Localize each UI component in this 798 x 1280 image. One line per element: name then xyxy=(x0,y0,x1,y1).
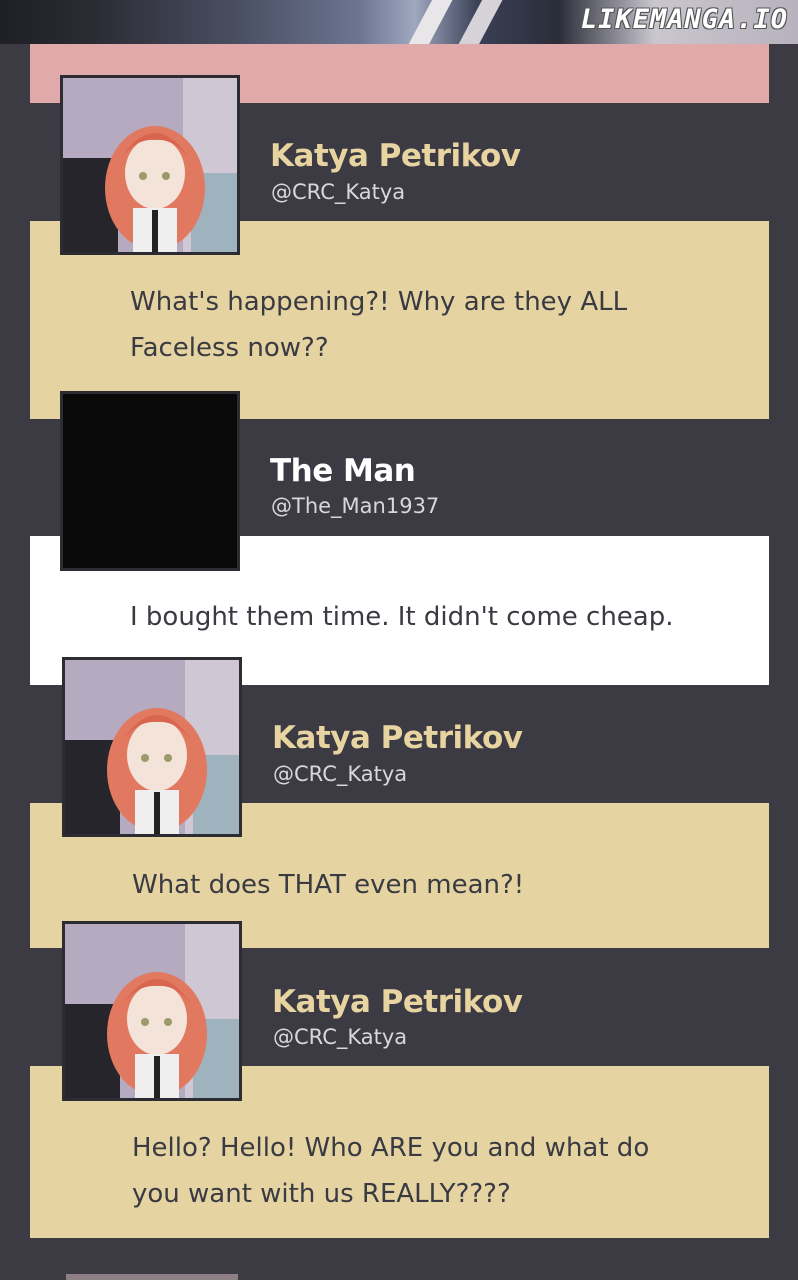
avatar xyxy=(60,75,240,255)
author-name: The Man xyxy=(270,453,416,489)
author-name: Katya Petrikov xyxy=(272,984,523,1020)
author-handle: @CRC_Katya xyxy=(273,762,408,786)
black-avatar-icon xyxy=(63,394,237,568)
message-text: I bought them time. It didn't come cheap… xyxy=(130,602,674,632)
avatar xyxy=(62,657,242,837)
katya-avatar-icon xyxy=(65,660,239,834)
top-banner-art: LIKEMANGA.IO xyxy=(0,0,798,44)
author-name: Katya Petrikov xyxy=(270,138,521,174)
author-handle: @CRC_Katya xyxy=(271,180,406,204)
katya-avatar-icon xyxy=(65,924,239,1098)
katya-avatar-icon xyxy=(63,78,237,252)
avatar xyxy=(62,921,242,1101)
watermark: LIKEMANGA.IO xyxy=(580,4,788,35)
next-avatar-peek xyxy=(66,1274,238,1280)
avatar xyxy=(60,391,240,571)
message-text: What's happening?! Why are they ALL Face… xyxy=(130,287,628,363)
message-text: Hello? Hello! Who ARE you and what do yo… xyxy=(132,1133,650,1209)
author-name: Katya Petrikov xyxy=(272,720,523,756)
message-text: What does THAT even mean?! xyxy=(132,870,525,900)
author-handle: @The_Man1937 xyxy=(271,494,440,518)
author-handle: @CRC_Katya xyxy=(273,1025,408,1049)
